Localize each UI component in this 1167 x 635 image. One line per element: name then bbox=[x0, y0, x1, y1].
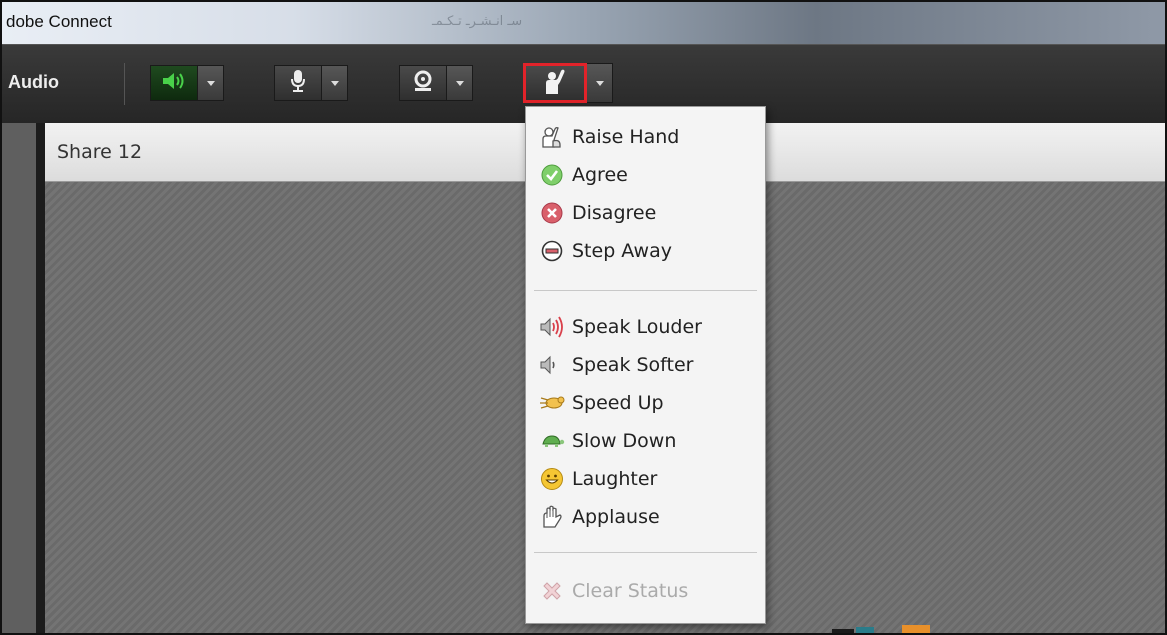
chevron-down-icon bbox=[330, 80, 339, 86]
microphone-button[interactable] bbox=[274, 65, 322, 101]
microphone-menu-arrow[interactable] bbox=[322, 65, 348, 101]
raise-hand-icon bbox=[538, 124, 566, 150]
menu-item-label: Step Away bbox=[572, 240, 672, 262]
speak-louder-icon bbox=[538, 314, 566, 340]
speaker-menu-arrow[interactable] bbox=[198, 65, 224, 101]
step-away-icon bbox=[538, 238, 566, 264]
status-control bbox=[523, 63, 613, 103]
speaker-icon bbox=[161, 71, 187, 95]
left-panel bbox=[2, 123, 36, 633]
menu-item-step-away[interactable]: Step Away bbox=[526, 233, 765, 269]
menu-separator bbox=[534, 552, 757, 553]
menu-item-label: Raise Hand bbox=[572, 126, 680, 148]
menu-item-disagree[interactable]: Disagree bbox=[526, 195, 765, 231]
laughter-icon bbox=[538, 466, 566, 492]
webcam-button[interactable] bbox=[399, 65, 447, 101]
left-panel-divider[interactable] bbox=[36, 123, 45, 633]
applause-icon bbox=[538, 504, 566, 530]
app-window: dobe Connect سـ انـشـرـ تـكـمـ Audio Sha… bbox=[0, 0, 1167, 635]
webcam-icon bbox=[412, 70, 434, 96]
agree-check-icon bbox=[538, 162, 566, 188]
title-bar: dobe Connect سـ انـشـرـ تـكـمـ bbox=[2, 2, 1165, 44]
speak-softer-icon bbox=[538, 352, 566, 378]
menu-item-speak-louder[interactable]: Speak Louder bbox=[526, 309, 765, 345]
menu-item-label: Speed Up bbox=[572, 392, 664, 414]
menu-item-raise-hand[interactable]: Raise Hand bbox=[526, 119, 765, 155]
audio-label: Audio bbox=[8, 72, 59, 92]
microphone-control bbox=[274, 65, 348, 101]
chevron-down-icon bbox=[206, 80, 215, 86]
speaker-button[interactable] bbox=[150, 65, 198, 101]
chevron-down-icon bbox=[455, 80, 464, 86]
menu-item-applause[interactable]: Applause bbox=[526, 499, 765, 535]
menu-item-laughter[interactable]: Laughter bbox=[526, 461, 765, 497]
window-title-rtl: سـ انـشـرـ تـكـمـ bbox=[432, 14, 523, 29]
camera-control bbox=[399, 65, 473, 101]
menu-item-speed-up[interactable]: Speed Up bbox=[526, 385, 765, 421]
menu-item-label: Speak Louder bbox=[572, 316, 702, 338]
menu-item-label: Disagree bbox=[572, 202, 657, 224]
status-button[interactable] bbox=[523, 63, 587, 103]
menu-item-speak-softer[interactable]: Speak Softer bbox=[526, 347, 765, 383]
menu-item-label: Slow Down bbox=[572, 430, 677, 452]
toolbar-divider bbox=[124, 63, 125, 105]
raise-hand-icon bbox=[540, 67, 570, 99]
chevron-down-icon bbox=[595, 80, 604, 86]
taskbar-icons-partial bbox=[832, 625, 930, 633]
share-pod-title: Share 12 bbox=[57, 141, 143, 163]
menu-item-label: Laughter bbox=[572, 468, 658, 490]
menu-item-label: Speak Softer bbox=[572, 354, 694, 376]
menu-item-label: Agree bbox=[572, 164, 628, 186]
menu-item-label: Applause bbox=[572, 506, 660, 528]
disagree-x-icon bbox=[538, 200, 566, 226]
status-menu-arrow[interactable] bbox=[587, 63, 613, 103]
menu-separator bbox=[534, 290, 757, 291]
menu-item-slow-down[interactable]: Slow Down bbox=[526, 423, 765, 459]
speaker-control bbox=[150, 65, 224, 101]
menu-item-label: Clear Status bbox=[572, 580, 689, 602]
clear-status-icon bbox=[538, 578, 566, 604]
status-dropdown-menu: Raise Hand Agree Disagree Step Away Spea… bbox=[525, 106, 766, 624]
microphone-icon bbox=[289, 69, 307, 97]
menu-item-clear-status: Clear Status bbox=[526, 573, 765, 609]
webcam-menu-arrow[interactable] bbox=[447, 65, 473, 101]
speed-up-icon bbox=[538, 390, 566, 416]
window-title: dobe Connect bbox=[6, 12, 112, 31]
menu-item-agree[interactable]: Agree bbox=[526, 157, 765, 193]
slow-down-turtle-icon bbox=[538, 428, 566, 454]
